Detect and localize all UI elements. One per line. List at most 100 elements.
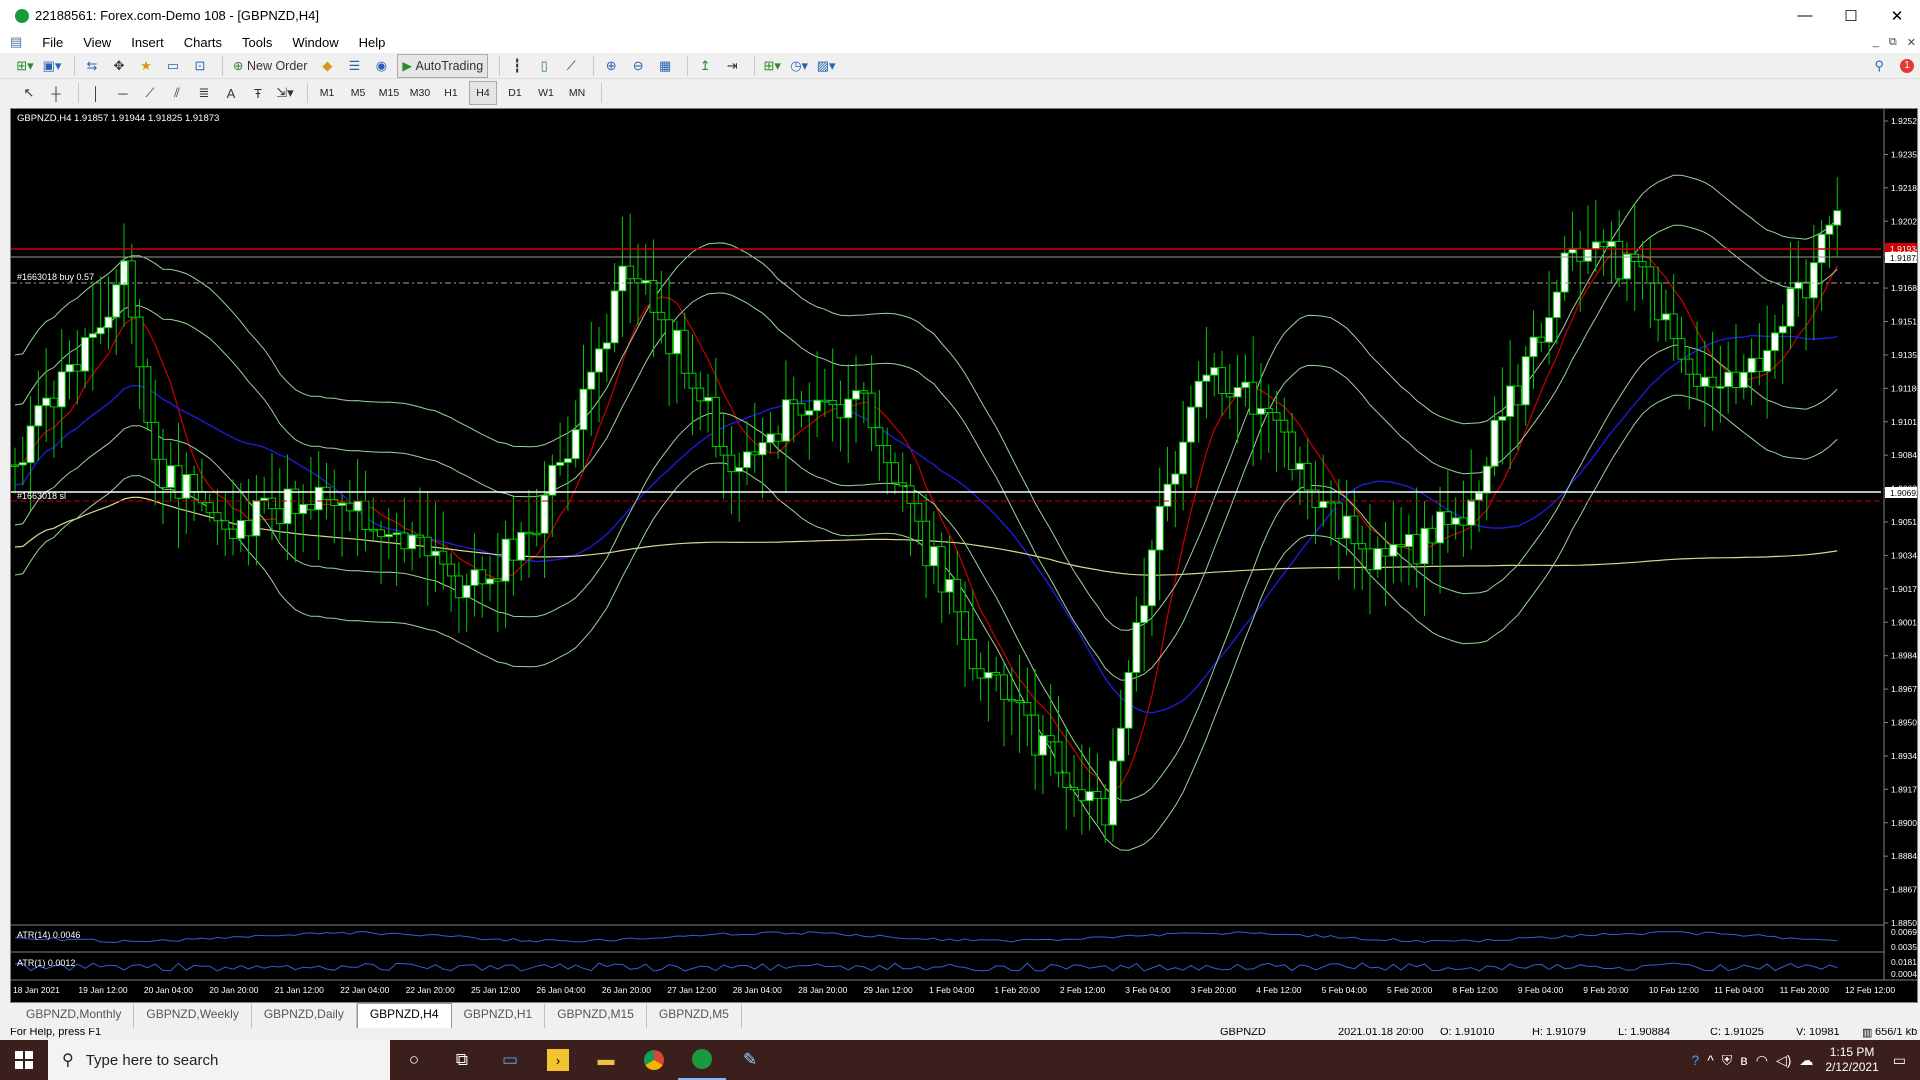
candle-body [1179,441,1188,475]
clock[interactable]: 1:15 PM 2/12/2021 [1825,1045,1878,1075]
cortana-icon[interactable]: ○ [390,1040,438,1080]
order-sl-label[interactable]: #1663018 sl [17,491,66,501]
menu-insert[interactable]: Insert [121,35,174,50]
timeframe-m5[interactable]: M5 [345,82,371,104]
menu-charts[interactable]: Charts [174,35,232,50]
tab-gbpnzd-weekly[interactable]: GBPNZD,Weekly [134,1004,252,1028]
maximize-button[interactable]: ☐ [1828,0,1874,31]
metatrader-icon[interactable] [678,1040,726,1080]
candle-body [1085,791,1094,802]
new-order-button[interactable]: ⊕ New Order [229,55,311,77]
mdi-minimize-icon[interactable]: _ [1873,36,1879,48]
terminal-icon[interactable]: ▭ [162,55,184,77]
templates-icon[interactable]: ▨▾ [815,55,837,77]
minimize-button[interactable]: — [1782,0,1828,31]
timeframe-d1[interactable]: D1 [502,82,528,104]
tab-gbpnzd-h4[interactable]: GBPNZD,H4 [356,1003,452,1028]
auto-scroll-icon[interactable]: ↥ [694,55,716,77]
menu-file[interactable]: File [32,35,73,50]
paint-icon[interactable]: ✎ [726,1040,774,1080]
time-scale-label: 11 Feb 20:00 [1780,985,1830,995]
onedrive-icon[interactable]: ☁ [1799,1052,1813,1069]
cursor-icon[interactable]: ↖ [18,82,40,104]
candle-body [34,405,43,427]
zoom-out-icon[interactable]: ⊖ [627,55,649,77]
chart-shift-icon[interactable]: ⇥ [721,55,743,77]
data-window-icon[interactable]: ✥ [108,55,130,77]
trendline-icon[interactable]: ⟋ [139,82,161,104]
timeframe-mn[interactable]: MN [564,82,590,104]
vertical-line-icon[interactable]: │ [85,82,107,104]
menu-window[interactable]: Window [282,35,348,50]
timeframe-h4[interactable]: H4 [469,81,497,105]
periods-icon[interactable]: ◷▾ [788,55,810,77]
candle-body [1661,313,1670,321]
order-buy-label[interactable]: #1663018 buy 0.57 [17,272,94,282]
metaeditor-icon[interactable]: ◆ [316,55,338,77]
help-icon[interactable]: ? [1691,1052,1699,1068]
text-label-icon[interactable]: Ŧ [247,82,269,104]
fibonacci-icon[interactable]: ≣ [193,82,215,104]
crosshair-icon[interactable]: ┼ [45,82,67,104]
candle-body [797,403,806,416]
strategy-tester-icon[interactable]: ⊡ [189,55,211,77]
mdi-close-icon[interactable]: ✕ [1907,36,1916,49]
equidistant-channel-icon[interactable]: ⫽ [166,82,188,104]
candle-body [1023,702,1032,716]
new-chart-icon[interactable]: ⊞▾ [14,55,36,77]
candle-body [1163,483,1172,507]
bluetooth-icon[interactable]: ʙ [1740,1052,1747,1068]
close-button[interactable]: ✕ [1874,0,1920,31]
timeframe-h1[interactable]: H1 [438,82,464,104]
line-chart-icon[interactable]: ⟋ [560,55,582,77]
signals-icon[interactable]: ◉ [370,55,392,77]
volume-icon[interactable]: ◁) [1776,1052,1791,1069]
horizontal-line-icon[interactable]: ─ [112,82,134,104]
options-icon[interactable]: ☰ [343,55,365,77]
menu-view[interactable]: View [73,35,121,50]
indicators-icon[interactable]: ⊞▾ [761,55,783,77]
timeframe-m30[interactable]: M30 [407,82,433,104]
price-chart[interactable]: 1.925201.923551.921851.920201.918501.916… [11,109,1917,1002]
menu-help[interactable]: Help [349,35,396,50]
text-icon[interactable]: A [220,82,242,104]
timeframe-m1[interactable]: M1 [314,82,340,104]
file-explorer-icon[interactable]: ▬ [582,1040,630,1080]
tab-gbpnzd-m15[interactable]: GBPNZD,M15 [545,1004,647,1028]
candle-body [758,442,767,456]
task-view-icon[interactable]: ⧉ [438,1040,486,1080]
candlestick-icon[interactable]: ▯ [533,55,555,77]
standard-toolbar: ⊞▾ ▣▾ ⇆ ✥ ★ ▭ ⊡ ⊕ New Order ◆ ☰ ◉ ▶ Auto… [0,53,1920,79]
chrome-icon[interactable] [630,1040,678,1080]
search-icon[interactable]: ⚲ [1874,58,1884,74]
mdi-restore-icon[interactable]: ⧉ [1889,36,1897,49]
atr1-label: ATR(1) 0.0012 [17,958,75,968]
market-watch-icon[interactable]: ⇆ [81,55,103,77]
taskbar-search[interactable]: ⚲ Type here to search [48,1040,390,1080]
plex-app-icon[interactable]: › [534,1040,582,1080]
chart-window[interactable]: 1.925201.923551.921851.920201.918501.916… [10,108,1918,1003]
navigator-icon[interactable]: ★ [135,55,157,77]
arrows-icon[interactable]: ⇲▾ [274,82,296,104]
security-icon[interactable]: ⛨ [1722,1052,1733,1069]
autotrading-button[interactable]: ▶ AutoTrading [397,53,489,78]
notification-icon[interactable]: 1 [1900,58,1914,73]
candle-body [236,520,245,539]
profiles-icon[interactable]: ▣▾ [41,55,63,77]
tab-gbpnzd-daily[interactable]: GBPNZD,Daily [252,1004,357,1028]
menu-tools[interactable]: Tools [232,35,282,50]
tile-windows-icon[interactable]: ▦ [654,55,676,77]
candle-body [1264,407,1273,414]
tab-gbpnzd-h1[interactable]: GBPNZD,H1 [452,1004,546,1028]
timeframe-m15[interactable]: M15 [376,82,402,104]
timeframe-w1[interactable]: W1 [533,82,559,104]
bar-chart-icon[interactable]: ┇ [506,55,528,77]
start-button[interactable] [0,1040,48,1080]
zoom-in-icon[interactable]: ⊕ [600,55,622,77]
notifications-icon[interactable]: ▭ [1893,1052,1906,1069]
tab-gbpnzd-monthly[interactable]: GBPNZD,Monthly [14,1004,135,1028]
wifi-icon[interactable]: ◠ [1756,1052,1768,1069]
tab-gbpnzd-m5[interactable]: GBPNZD,M5 [647,1004,742,1028]
remote-desktop-icon[interactable]: ▭ [486,1040,534,1080]
show-hidden-icons-icon[interactable]: ^ [1707,1052,1714,1068]
